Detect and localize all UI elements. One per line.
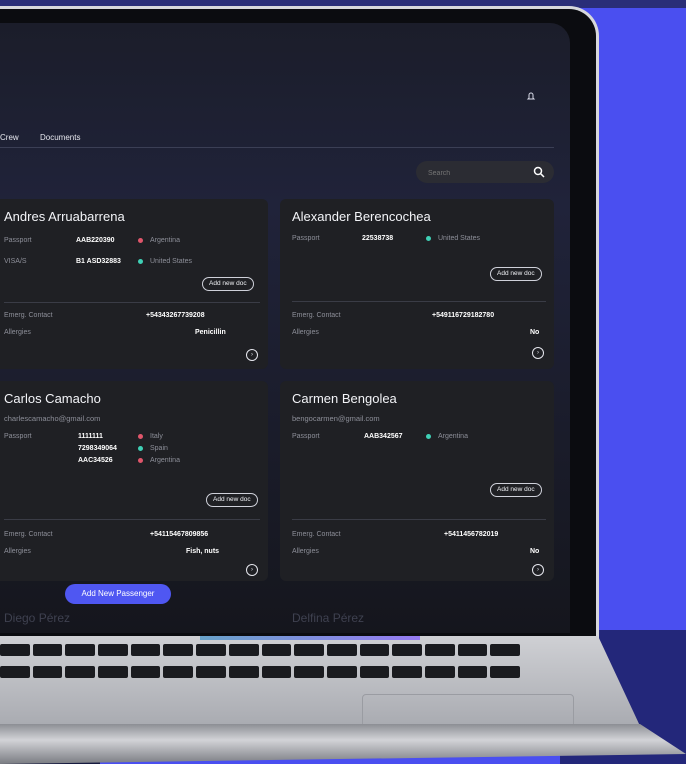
light-strip: [200, 636, 420, 640]
passenger-card: Carmen Bengolea bengocarmen@gmail.com Pa…: [280, 381, 554, 581]
notification-icon[interactable]: [526, 91, 536, 101]
passenger-card: Carlos Camacho charlescamacho@gmail.com …: [0, 381, 268, 581]
tab-crew[interactable]: Crew: [0, 133, 19, 142]
add-new-doc-button[interactable]: Add new doc: [490, 267, 542, 281]
search-bar: [416, 161, 554, 185]
card-divider: [4, 302, 260, 303]
emergency-label: Emerg. Contact: [4, 312, 53, 319]
doc-country: Spain: [150, 445, 168, 452]
allergies-label: Allergies: [292, 329, 319, 336]
allergies-label: Allergies: [292, 548, 319, 555]
search-icon[interactable]: [532, 165, 546, 179]
country-dot: [138, 259, 143, 264]
doc-number: B1 ASD32883: [76, 258, 121, 265]
chevron-right-icon[interactable]: ›: [532, 564, 544, 576]
doc-country: United States: [150, 258, 193, 265]
doc-type: Passport: [292, 433, 320, 440]
add-new-doc-button[interactable]: Add new doc: [202, 277, 254, 291]
allergies-value: No: [530, 329, 540, 336]
passenger-email: charlescamacho@gmail.com: [4, 414, 101, 423]
country-dot: [138, 434, 143, 439]
country-dot: [138, 446, 143, 451]
doc-number: AAB342567: [364, 433, 403, 440]
emergency-contact: +54343267739208: [146, 312, 205, 319]
chevron-right-icon[interactable]: ›: [532, 347, 544, 359]
doc-number: 7298349064: [78, 445, 117, 452]
laptop-lid: Crew Documents Andres Arruabarrena Passp…: [0, 6, 599, 652]
doc-number: 22538738: [362, 235, 394, 242]
doc-type: Passport: [4, 433, 32, 440]
passenger-name: Carmen Bengolea: [292, 391, 397, 406]
keyboard-surface: [0, 636, 640, 726]
doc-country: Italy: [150, 433, 163, 440]
doc-type: Passport: [4, 237, 32, 244]
chevron-right-icon[interactable]: ›: [246, 564, 258, 576]
emergency-contact: +54115467809856: [150, 531, 209, 538]
passenger-name: Delfina Pérez: [292, 611, 365, 625]
doc-number: AAC34526: [78, 457, 113, 464]
doc-country: United States: [438, 235, 481, 242]
doc-number: 1111111: [78, 433, 103, 440]
emergency-label: Emerg. Contact: [292, 312, 341, 319]
allergies-value: Fish, nuts: [186, 548, 220, 555]
add-new-doc-button[interactable]: Add new doc: [206, 493, 258, 507]
emergency-contact: +549116729182780: [432, 312, 495, 319]
add-new-passenger-button[interactable]: Add New Passenger: [65, 584, 171, 604]
passenger-card: Alexander Berencochea Passport 22538738 …: [280, 199, 554, 369]
passenger-name: Diego Pérez: [4, 611, 71, 625]
chevron-right-icon[interactable]: ›: [246, 349, 258, 361]
passenger-email: bengocarmen@gmail.com: [292, 414, 380, 423]
passenger-name: Alexander Berencochea: [292, 209, 431, 224]
country-dot: [138, 238, 143, 243]
laptop-keyboard-deck: [0, 636, 686, 764]
emergency-label: Emerg. Contact: [292, 531, 341, 538]
passenger-name: Carlos Camacho: [4, 391, 101, 406]
passenger-card: Andres Arruabarrena Passport AAB220390 A…: [0, 199, 268, 369]
doc-country: Argentina: [150, 457, 180, 464]
passenger-name: Andres Arruabarrena: [4, 209, 125, 224]
country-dot: [426, 434, 431, 439]
country-dot: [138, 458, 143, 463]
emergency-label: Emerg. Contact: [4, 531, 53, 538]
laptop-base: [0, 724, 686, 764]
doc-country: Argentina: [150, 237, 180, 244]
emergency-contact: +5411456782019: [444, 531, 499, 538]
card-divider: [292, 519, 546, 520]
card-divider: [4, 519, 260, 520]
allergies-value: Penicillin: [195, 329, 226, 336]
doc-country: Argentina: [438, 433, 468, 440]
keyboard: [0, 644, 520, 684]
doc-type: Passport: [292, 235, 320, 242]
laptop-screen: Crew Documents Andres Arruabarrena Passp…: [0, 23, 570, 633]
add-new-doc-button[interactable]: Add new doc: [490, 483, 542, 497]
doc-number: AAB220390: [76, 237, 115, 244]
allergies-value: No: [530, 548, 540, 555]
country-dot: [426, 236, 431, 241]
top-nav: Crew Documents: [0, 123, 554, 148]
allergies-label: Allergies: [4, 548, 31, 555]
card-divider: [292, 301, 546, 302]
search-input[interactable]: [426, 161, 540, 185]
doc-type: VISA/S: [4, 258, 27, 265]
allergies-label: Allergies: [4, 329, 31, 336]
tab-documents[interactable]: Documents: [40, 133, 80, 142]
